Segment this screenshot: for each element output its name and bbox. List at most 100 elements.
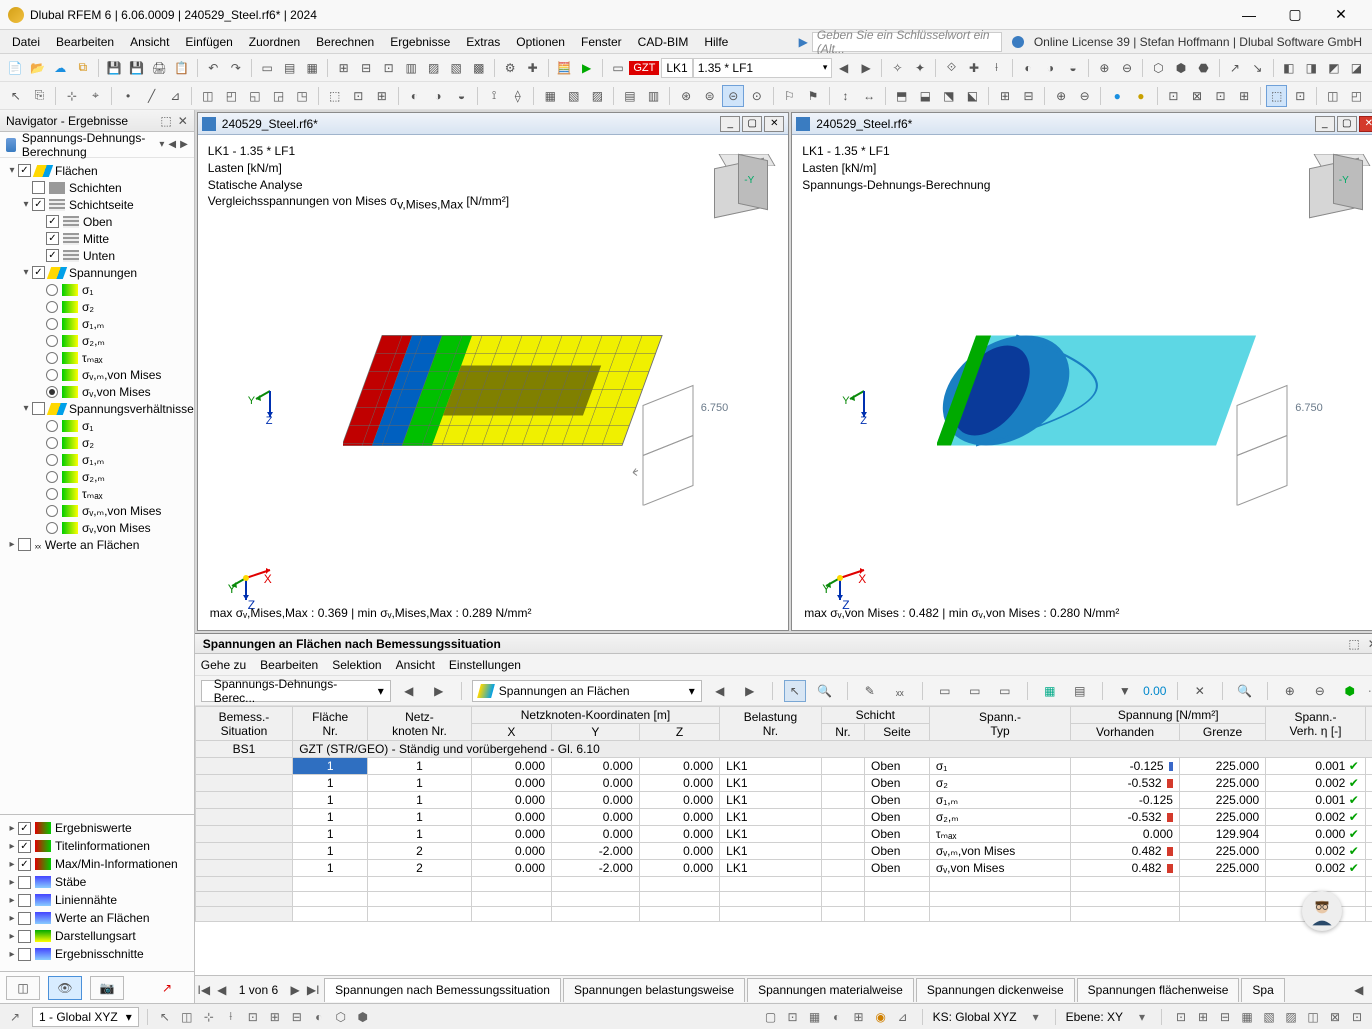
tb-j3-icon[interactable]: ◩ [1324, 57, 1345, 79]
tb2-line-icon[interactable]: ╱ [141, 85, 163, 107]
tb2-x-icon[interactable]: ⊛ [675, 85, 697, 107]
tb-mgr-icon[interactable]: ⧉ [73, 57, 94, 79]
rp-tab-4[interactable]: Spannungen flächenweise [1077, 978, 1240, 1002]
assistant-avatar[interactable] [1302, 891, 1342, 931]
vp-close-0[interactable]: ✕ [764, 116, 784, 132]
result-plot-0[interactable] [343, 306, 703, 509]
tb2-e-icon[interactable]: ⊿ [164, 85, 186, 107]
menu-zuordnen[interactable]: Zuordnen [241, 33, 308, 51]
extra-label-6[interactable]: Darstellungsart [55, 929, 136, 943]
menu-berechnen[interactable]: Berechnen [308, 33, 382, 51]
result-plot-1[interactable] [937, 306, 1297, 509]
node-sv-3[interactable]: σ₂,ₘ [82, 470, 105, 484]
node-sv-1[interactable]: σ₂ [82, 436, 94, 450]
rp-tb-8-icon[interactable]: ▤ [1069, 680, 1091, 702]
node-spannung-6[interactable]: σᵥ,von Mises [82, 385, 151, 399]
tb-b1-icon[interactable]: ⊞ [333, 57, 354, 79]
tb-b3-icon[interactable]: ⊡ [378, 57, 399, 79]
tb2-aq-icon[interactable]: ⊠ [1186, 85, 1208, 107]
tb2-z-icon[interactable]: ⊝ [722, 85, 744, 107]
node-spannung-5[interactable]: σᵥ,ₘ,von Mises [82, 368, 161, 382]
tb2-aa-icon[interactable]: ⊙ [746, 85, 768, 107]
table-row[interactable]: 1 2 0.000-2.0000.000 LK1Oben σᵥ,von Mise… [195, 860, 1372, 877]
tb2-r-icon[interactable]: ⟠ [507, 85, 529, 107]
rp-tab-1[interactable]: Spannungen belastungsweise [563, 978, 745, 1002]
rp-tb-13-icon[interactable]: ⊕ [1279, 680, 1301, 702]
rp-close-icon[interactable]: ✕ [1368, 637, 1372, 651]
menu-ergebnisse[interactable]: Ergebnisse [382, 33, 458, 51]
tb2-al-icon[interactable]: ⊕ [1050, 85, 1072, 107]
sb-end9-icon[interactable]: ⊡ [1348, 1008, 1366, 1026]
radio-sv-3[interactable] [46, 471, 58, 483]
rp-tab-0[interactable]: Spannungen nach Bemessungssituation [324, 978, 561, 1002]
node-spannung-0[interactable]: σ₁ [82, 283, 93, 297]
sb-icon-2[interactable]: ◫ [178, 1008, 196, 1026]
extra-label-1[interactable]: Titelinformationen [55, 839, 150, 853]
tb2-i-icon[interactable]: ◲ [268, 85, 290, 107]
extra-label-5[interactable]: Werte an Flächen [55, 911, 150, 925]
tb-b5-icon[interactable]: ▨ [423, 57, 444, 79]
node-spannung-3[interactable]: σ₂,ₘ [82, 334, 105, 348]
node-spannung-4[interactable]: τₘₐₓ [82, 351, 103, 365]
tb2-v-icon[interactable]: ▤ [619, 85, 641, 107]
sb-end6-icon[interactable]: ▨ [1282, 1008, 1300, 1026]
tb2-a-icon[interactable]: ↖ [5, 85, 27, 107]
tb-d2-icon[interactable]: ✦ [910, 57, 931, 79]
tb-d1-icon[interactable]: ✧ [887, 57, 908, 79]
node-unten[interactable]: Unten [83, 249, 115, 263]
node-schichtseite[interactable]: Schichtseite [69, 198, 134, 212]
tb2-k-icon[interactable]: ⬚ [324, 85, 346, 107]
tb-g2-icon[interactable]: ⊖ [1117, 57, 1138, 79]
navigator-tree[interactable]: ▾FlächenSchichten▾SchichtseiteObenMitteU… [0, 158, 194, 814]
sb-r6-icon[interactable]: ◉ [872, 1008, 890, 1026]
cb-extra-5[interactable] [18, 912, 31, 925]
extra-label-0[interactable]: Ergebniswerte [55, 821, 132, 835]
tb-undo-icon[interactable]: ↶ [203, 57, 224, 79]
sb-icon-4[interactable]: ⟊ [222, 1008, 240, 1026]
tb2-an-icon[interactable]: ● [1106, 85, 1128, 107]
menu-ansicht[interactable]: Ansicht [122, 33, 177, 51]
tb-j4-icon[interactable]: ◪ [1346, 57, 1367, 79]
sb-r1-icon[interactable]: ▢ [762, 1008, 780, 1026]
cb-extra-4[interactable] [18, 894, 31, 907]
nav-tab-structure[interactable]: ◫ [6, 976, 40, 1000]
tb-save-icon[interactable]: 💾 [104, 57, 125, 79]
tb2-ad-icon[interactable]: ↕ [835, 85, 857, 107]
rp-tb-next-icon[interactable]: ▶ [739, 680, 761, 702]
viewport-0[interactable]: 240529_Steel.rf6* _ ▢ ✕ LK1 - 1.35 * LF1… [197, 112, 790, 631]
tb2-aw-icon[interactable]: ◰ [1346, 85, 1368, 107]
tb2-ak-icon[interactable]: ⊟ [1018, 85, 1040, 107]
tb2-ae-icon[interactable]: ↔ [858, 85, 880, 107]
menu-fenster[interactable]: Fenster [573, 33, 630, 51]
tb2-ac-icon[interactable]: ⚑ [802, 85, 824, 107]
sb-r2-icon[interactable]: ⊡ [784, 1008, 802, 1026]
sb-r3-icon[interactable]: ▦ [806, 1008, 824, 1026]
tb-saveall-icon[interactable]: 💾 [127, 57, 148, 79]
nav-tab-graph[interactable]: ↗ [150, 976, 184, 1000]
tb2-w-icon[interactable]: ▥ [643, 85, 665, 107]
sb-ks-dd-icon[interactable]: ▾ [1027, 1008, 1045, 1026]
rp-more-icon[interactable]: ⋯ [1368, 684, 1372, 698]
tb2-y-icon[interactable]: ⊜ [699, 85, 721, 107]
tb-lc-icon[interactable]: ▭ [608, 57, 629, 79]
tb-c1-icon[interactable]: ⚙ [500, 57, 521, 79]
tb-run-icon[interactable]: ▶ [576, 57, 597, 79]
sb-icon-9[interactable]: ⬡ [332, 1008, 350, 1026]
vp-min-0[interactable]: _ [720, 116, 740, 132]
tb2-ai-icon[interactable]: ⬕ [962, 85, 984, 107]
rp-tabs-scroll-left-icon[interactable]: ◀ [1350, 983, 1368, 997]
tb2-q-icon[interactable]: ⟟ [483, 85, 505, 107]
cb-werte[interactable] [18, 538, 31, 551]
radio-spannung-5[interactable] [46, 369, 58, 381]
tb-i2-icon[interactable]: ↘ [1247, 57, 1268, 79]
tb2-as-icon[interactable]: ⊞ [1233, 85, 1255, 107]
sb-r5-icon[interactable]: ⊞ [850, 1008, 868, 1026]
radio-spannung-4[interactable] [46, 352, 58, 364]
rp-tb-1-icon[interactable]: 🔍 [814, 680, 836, 702]
rp-tb-11-icon[interactable]: ✕ [1189, 680, 1211, 702]
radio-spannung-6[interactable] [46, 386, 58, 398]
node-sv-2[interactable]: σ₁,ₘ [82, 453, 104, 467]
tb-b7-icon[interactable]: ▩ [468, 57, 489, 79]
cb-mitte[interactable] [46, 232, 59, 245]
tb2-g-icon[interactable]: ◰ [221, 85, 243, 107]
